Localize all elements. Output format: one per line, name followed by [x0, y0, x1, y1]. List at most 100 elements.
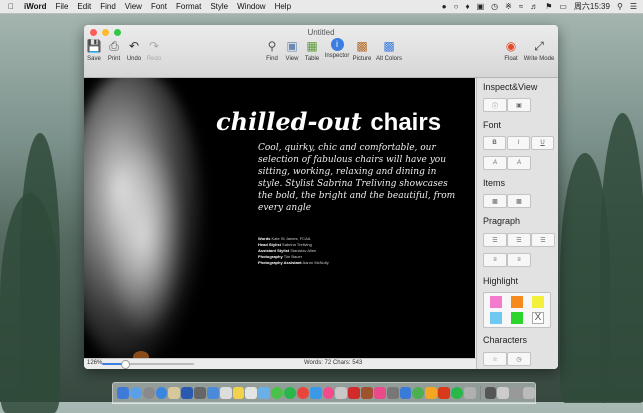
- inspect-layout-button[interactable]: ▣: [507, 98, 531, 112]
- smaller-font-button[interactable]: A: [507, 156, 531, 170]
- highlight-green-swatch[interactable]: [511, 312, 523, 324]
- zoom-slider[interactable]: [102, 360, 194, 369]
- stickies-icon[interactable]: [232, 387, 245, 399]
- calendar-icon[interactable]: [219, 387, 232, 399]
- article-intro: Cool, quirky, chic and comfortable, our …: [258, 143, 456, 213]
- settings-icon[interactable]: [194, 387, 206, 399]
- align-left-button[interactable]: ☰: [483, 233, 507, 247]
- menu-help[interactable]: Help: [275, 2, 291, 11]
- numbered-list-button[interactable]: ≡: [507, 253, 531, 267]
- textedit-icon[interactable]: [258, 387, 271, 399]
- inspector-button[interactable]: i Inspector: [325, 38, 349, 59]
- wechat-icon[interactable]: ○: [454, 2, 459, 11]
- clock-icon: ◷: [516, 356, 522, 363]
- italic-button[interactable]: I: [507, 136, 530, 150]
- word-icon[interactable]: [181, 387, 194, 399]
- list-icon[interactable]: ☰: [630, 2, 637, 11]
- documents-folder-icon[interactable]: [497, 387, 510, 399]
- safari-icon[interactable]: [155, 387, 168, 399]
- zoom-slider-knob[interactable]: [121, 360, 130, 369]
- menu-font[interactable]: Font: [151, 2, 167, 11]
- utility-icon[interactable]: [386, 387, 399, 399]
- preview-icon[interactable]: [245, 387, 258, 399]
- insert-photo-button[interactable]: ▩: [507, 194, 531, 208]
- launchpad-icon[interactable]: [142, 387, 155, 399]
- align-right-button[interactable]: ☰: [531, 233, 555, 247]
- highlight-clear-button[interactable]: X: [532, 312, 544, 324]
- menu-format[interactable]: Format: [176, 2, 201, 11]
- menu-edit[interactable]: Edit: [77, 2, 91, 11]
- downloads-folder-icon[interactable]: [510, 387, 523, 399]
- fullscreen-icon: ⤢: [534, 39, 544, 53]
- spotlight-icon[interactable]: ⚲: [617, 2, 623, 11]
- bigger-font-button[interactable]: A: [483, 156, 507, 170]
- menu-find[interactable]: Find: [100, 2, 116, 11]
- finder-icon[interactable]: [117, 387, 129, 399]
- menu-style[interactable]: Style: [210, 2, 228, 11]
- window-title: Untitled: [307, 28, 335, 37]
- menu-app-name[interactable]: iWord: [24, 2, 47, 11]
- keyboard-icon[interactable]: ▣: [477, 2, 485, 11]
- highlight-blue-swatch[interactable]: [490, 312, 502, 324]
- flag-icon[interactable]: ⚑: [545, 2, 552, 11]
- menu-window[interactable]: Window: [237, 2, 265, 11]
- lifebuoy-icon: ◉: [505, 39, 517, 53]
- document-canvas[interactable]: chilled-out chairs Cool, quirky, chic an…: [84, 78, 475, 358]
- credit-line: Photography Assistant Aaron McNulty: [258, 260, 329, 265]
- notes-icon[interactable]: [168, 387, 181, 399]
- bold-button[interactable]: B: [483, 136, 506, 150]
- recent-characters-button[interactable]: ◷: [507, 352, 531, 366]
- iword-icon[interactable]: [463, 387, 476, 399]
- underline-button[interactable]: U: [531, 136, 554, 150]
- pdf-icon[interactable]: [348, 387, 361, 399]
- table-button[interactable]: ▦ Table: [300, 38, 324, 62]
- apple-icon[interactable]: : [8, 2, 14, 11]
- wechat-dock-icon[interactable]: [283, 387, 296, 399]
- bullet-list-icon: ≡: [493, 257, 497, 263]
- chat-icon[interactable]: [450, 387, 463, 399]
- books-icon[interactable]: [335, 387, 348, 399]
- bluetooth-icon[interactable]: ※: [505, 2, 512, 11]
- battery-icon[interactable]: ▭: [559, 2, 567, 11]
- trash-icon[interactable]: [523, 387, 535, 399]
- media-icon[interactable]: [373, 387, 386, 399]
- redo-icon: ↷: [148, 39, 160, 53]
- alt-colors-button[interactable]: ▩ Alt Colors: [376, 38, 402, 62]
- tools-icon[interactable]: [361, 387, 373, 399]
- wifi-icon[interactable]: ≈: [519, 2, 523, 11]
- app-store-icon[interactable]: [129, 387, 142, 399]
- bell-icon[interactable]: ♦: [465, 2, 469, 11]
- inspect-info-button[interactable]: ⓘ: [483, 98, 507, 112]
- highlight-pink-swatch[interactable]: [490, 296, 502, 308]
- highlight-orange-swatch[interactable]: [511, 296, 523, 308]
- write-mode-button[interactable]: ⤢ Write Mode: [524, 38, 555, 62]
- highlight-yellow-swatch[interactable]: [532, 296, 544, 308]
- facetime-icon[interactable]: [309, 387, 322, 399]
- special-characters-button[interactable]: ☆: [483, 352, 507, 366]
- penguin-icon[interactable]: ●: [442, 2, 447, 11]
- menu-view[interactable]: View: [125, 2, 142, 11]
- app-window: Untitled 💾 Save ⎙ Print ↶ Undo ↷ Redo ⚲ …: [84, 25, 558, 369]
- bullet-list-button[interactable]: ≡: [483, 253, 507, 267]
- redo-button[interactable]: ↷ Redo: [142, 38, 166, 62]
- qq-icon[interactable]: [425, 387, 438, 399]
- game-icon[interactable]: [438, 387, 450, 399]
- align-left-icon: ☰: [492, 237, 498, 244]
- photos-icon[interactable]: [296, 387, 309, 399]
- clock-icon[interactable]: ◷: [491, 2, 498, 11]
- float-button[interactable]: ◉ Float: [499, 38, 523, 62]
- menu-file[interactable]: File: [56, 2, 69, 11]
- itunes-icon[interactable]: [322, 387, 335, 399]
- picture-button[interactable]: ▩ Picture: [350, 38, 374, 62]
- align-center-button[interactable]: ☰: [507, 233, 531, 247]
- insert-image-button[interactable]: ▩: [483, 194, 507, 208]
- chrome-icon[interactable]: [412, 387, 425, 399]
- dock-divider: [479, 386, 481, 400]
- mail-icon[interactable]: [206, 387, 219, 399]
- volume-icon[interactable]: ♬: [530, 2, 538, 11]
- menu-clock[interactable]: 周六15:39: [574, 1, 610, 12]
- xcode-icon[interactable]: [399, 387, 412, 399]
- messages-icon[interactable]: [271, 387, 283, 399]
- quicktime-icon[interactable]: [484, 387, 497, 399]
- smoke-wisp: [104, 138, 184, 338]
